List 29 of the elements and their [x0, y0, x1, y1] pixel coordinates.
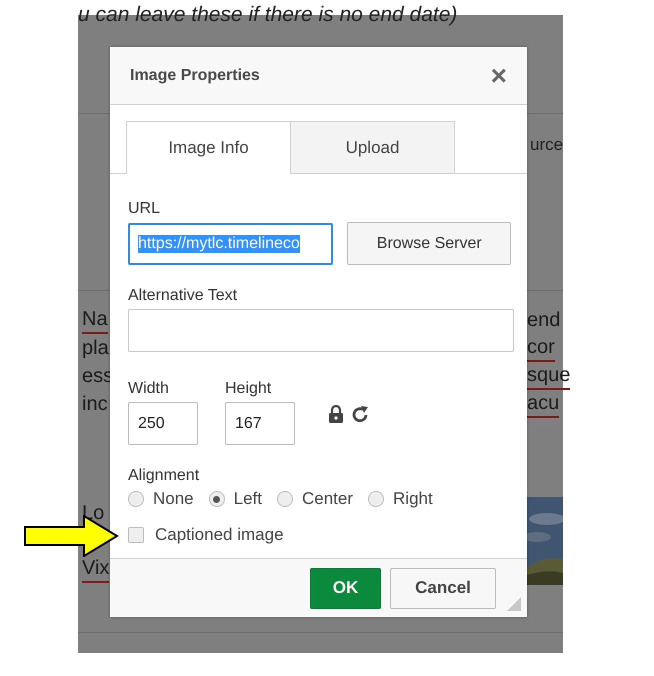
toolbar-text: urce [530, 135, 564, 155]
close-button[interactable]: × [490, 62, 507, 90]
body-text: end [527, 308, 560, 333]
field-label: Alignment [128, 467, 200, 485]
resize-handle-icon[interactable] [507, 597, 521, 611]
checkbox-label: Captioned image [155, 525, 284, 545]
number-field[interactable]: 167 [225, 402, 295, 445]
ok-button[interactable]: OK [310, 568, 381, 608]
refresh-icon[interactable] [352, 405, 370, 423]
body-text: pla [82, 336, 109, 361]
body-text: Na [82, 306, 108, 334]
field-label: URL [128, 200, 162, 218]
dialog-title: Image Properties [130, 66, 260, 84]
number-field[interactable]: 250 [128, 402, 198, 445]
browse-server-button[interactable]: Browse Server [347, 222, 511, 265]
tab[interactable]: Image Info [126, 121, 291, 174]
field-label: Alternative Text [128, 287, 238, 305]
cancel-button[interactable]: Cancel [390, 568, 496, 608]
checkbox[interactable] [128, 527, 144, 543]
radio-option[interactable]: Right [368, 489, 433, 509]
lock-icon[interactable] [328, 405, 344, 423]
radio-option[interactable]: Left [208, 489, 262, 509]
body-text: inc [82, 392, 108, 417]
field-label: Height [225, 380, 272, 398]
alt-text-field[interactable] [128, 309, 514, 352]
radio-option[interactable]: None [128, 489, 194, 509]
radio-option[interactable]: Center [277, 489, 354, 509]
field-label: Width [128, 380, 170, 398]
tab[interactable]: Upload [290, 121, 455, 173]
